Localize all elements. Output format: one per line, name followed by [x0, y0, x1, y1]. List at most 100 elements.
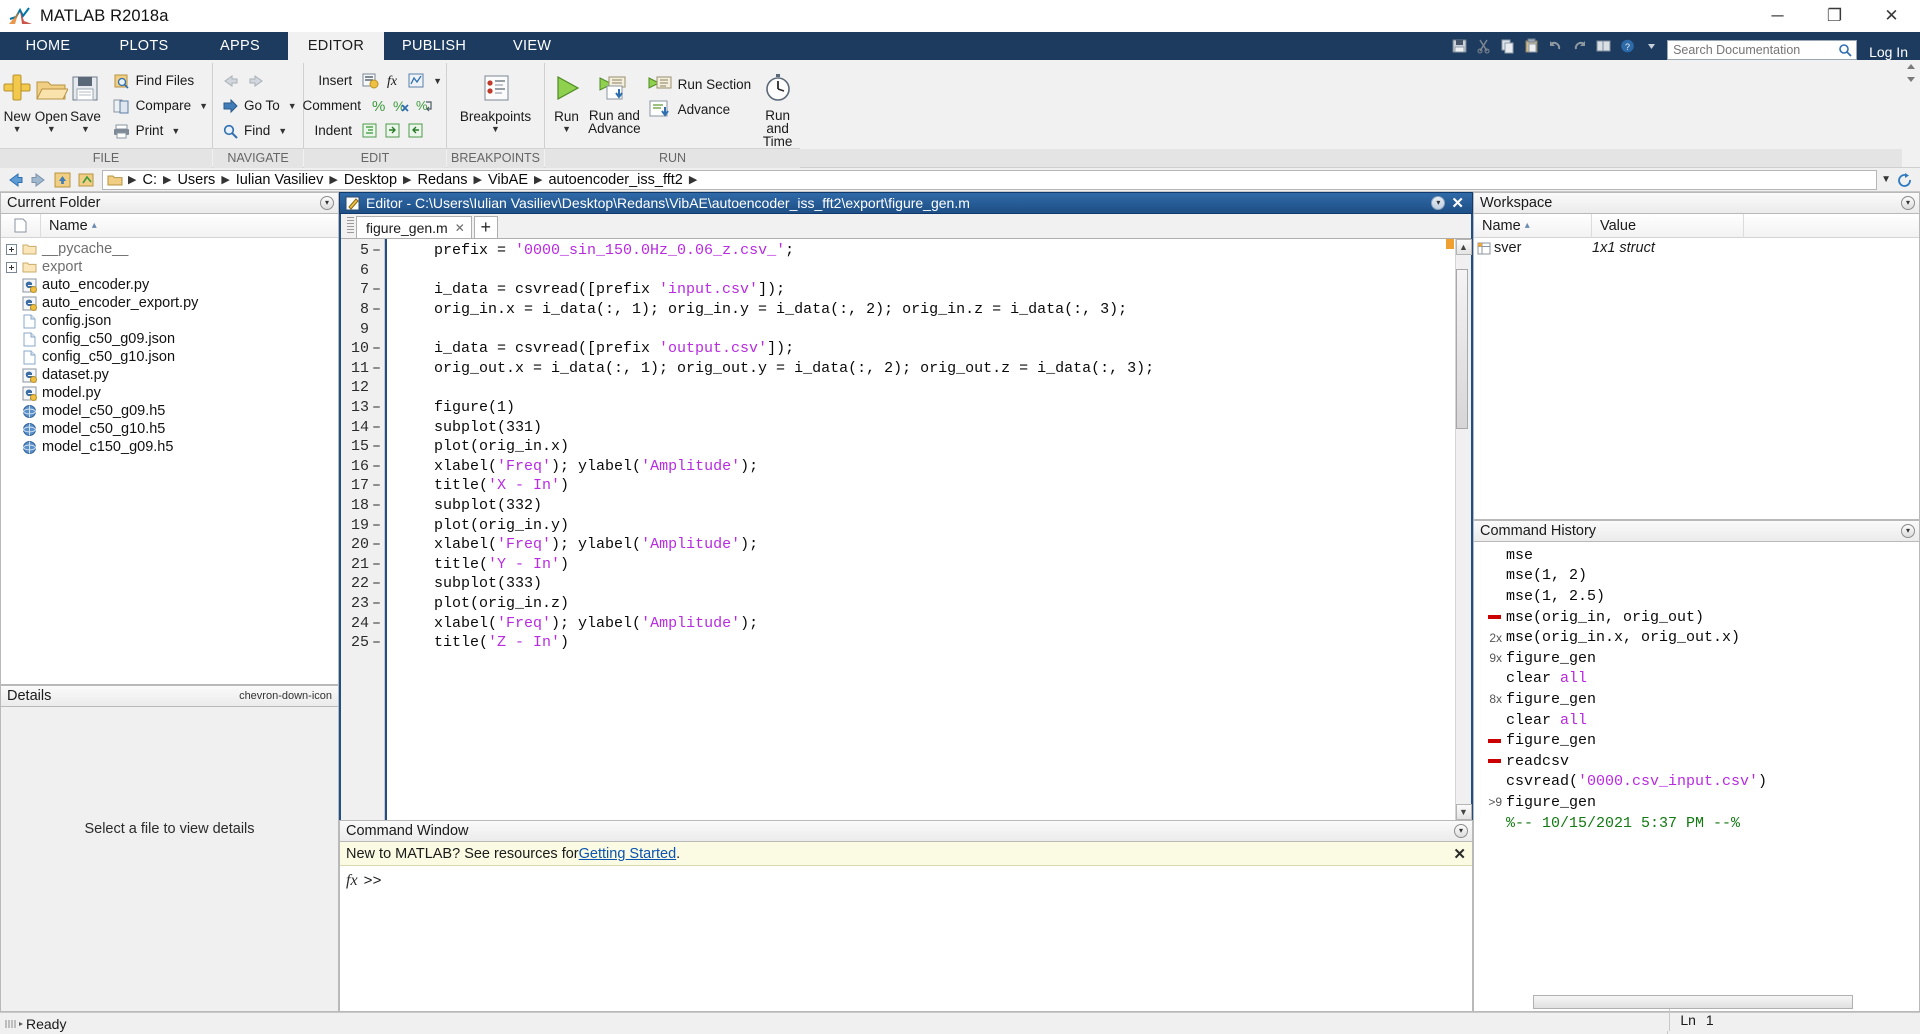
- open-button[interactable]: Open ▼: [34, 66, 69, 134]
- compare-button[interactable]: Compare ▼: [109, 93, 212, 118]
- run-section-button[interactable]: Run Section: [643, 72, 756, 97]
- up-folder-icon[interactable]: [52, 169, 74, 191]
- undo-icon[interactable]: [1544, 35, 1567, 57]
- list-item[interactable]: __pycache__: [1, 240, 338, 258]
- crumb-desktop[interactable]: Desktop: [341, 172, 400, 188]
- find-button[interactable]: Find ▼: [217, 118, 301, 143]
- history-item[interactable]: mse(1, 2.5): [1474, 586, 1919, 607]
- history-item[interactable]: 2x mse(orig_in.x, orig_out.x): [1474, 627, 1919, 648]
- workspace-options-icon[interactable]: ▾: [1901, 196, 1915, 210]
- advance-button[interactable]: Advance: [643, 97, 756, 122]
- save-caret-icon[interactable]: ▼: [81, 125, 90, 134]
- history-item[interactable]: >9 figure_gen: [1474, 792, 1919, 813]
- workspace-value-column[interactable]: Value: [1592, 214, 1744, 238]
- crumb-autoencoder-iss-fft2[interactable]: autoencoder_iss_fft2: [545, 172, 685, 188]
- uncomment-icon[interactable]: %: [393, 97, 411, 115]
- crumb-redans[interactable]: Redans: [415, 172, 471, 188]
- copy-icon[interactable]: [1496, 35, 1519, 57]
- list-item[interactable]: dataset.py: [1, 366, 338, 384]
- run-and-time-button[interactable]: Run and Time: [755, 66, 800, 148]
- path-dropdown-icon[interactable]: ▼: [1881, 174, 1891, 185]
- insert-caret-icon[interactable]: ▼: [433, 76, 442, 86]
- current-folder-options-icon[interactable]: ▾: [320, 196, 334, 210]
- maximize-button[interactable]: ❐: [1806, 0, 1863, 32]
- find-files-button[interactable]: Find Files: [109, 68, 212, 93]
- run-caret-icon[interactable]: ▼: [562, 125, 571, 134]
- history-item[interactable]: clear all: [1474, 710, 1919, 731]
- table-row[interactable]: sver 1x1 struct: [1474, 238, 1919, 258]
- print-caret-icon[interactable]: ▼: [171, 126, 180, 136]
- list-item[interactable]: auto_encoder_export.py: [1, 294, 338, 312]
- go-to-caret-icon[interactable]: ▼: [288, 101, 297, 111]
- smart-indent-icon[interactable]: [361, 122, 379, 140]
- search-documentation-box[interactable]: [1667, 40, 1858, 60]
- history-item[interactable]: 9x figure_gen: [1474, 648, 1919, 669]
- list-item[interactable]: auto_encoder.py: [1, 276, 338, 294]
- tab-plots[interactable]: PLOTS: [96, 32, 192, 60]
- indent-left-icon[interactable]: [407, 122, 425, 140]
- tab-apps[interactable]: APPS: [192, 32, 288, 60]
- code-analyzer-indicator[interactable]: [1446, 239, 1454, 249]
- wrap-comment-icon[interactable]: %: [416, 97, 434, 115]
- editor-close-icon[interactable]: ✕: [1451, 196, 1464, 211]
- open-caret-icon[interactable]: ▼: [47, 125, 56, 134]
- minimize-button[interactable]: ─: [1749, 0, 1806, 32]
- comment-percent-icon[interactable]: %: [370, 97, 388, 115]
- insert-function-icon[interactable]: fx: [384, 72, 402, 90]
- ribbon-scroll-buttons[interactable]: [1902, 60, 1920, 167]
- list-item[interactable]: config.json: [1, 312, 338, 330]
- editor-drag-grip[interactable]: [347, 217, 354, 235]
- tab-publish[interactable]: PUBLISH: [384, 32, 484, 60]
- command-prompt-line[interactable]: fx >>: [340, 866, 1472, 890]
- editor-options-icon[interactable]: ▾: [1431, 196, 1446, 210]
- new-caret-icon[interactable]: ▼: [13, 125, 22, 134]
- list-item[interactable]: export: [1, 258, 338, 276]
- history-item[interactable]: clear all: [1474, 669, 1919, 690]
- history-item[interactable]: mse(1, 2): [1474, 566, 1919, 587]
- banner-close-icon[interactable]: ✕: [1453, 845, 1466, 863]
- find-caret-icon[interactable]: ▼: [278, 126, 287, 136]
- tab-close-icon[interactable]: ✕: [455, 221, 465, 235]
- command-window-body[interactable]: New to MATLAB? See resources for Getting…: [339, 842, 1473, 1012]
- breakpoints-caret-icon[interactable]: ▼: [491, 125, 500, 134]
- getting-started-link[interactable]: Getting Started: [579, 846, 677, 862]
- list-item[interactable]: config_c50_g10.json: [1, 348, 338, 366]
- history-item[interactable]: readcsv: [1474, 751, 1919, 772]
- breadcrumb[interactable]: ▶ C: ▶ Users ▶ Iulian Vasiliev ▶ Desktop…: [102, 169, 1878, 190]
- help-dropdown-icon[interactable]: [1640, 35, 1663, 57]
- back-icon[interactable]: [4, 169, 26, 191]
- save-button[interactable]: Save ▼: [68, 66, 102, 134]
- crumb-iulian-vasiliev[interactable]: Iulian Vasiliev: [233, 172, 327, 188]
- print-button[interactable]: Print ▼: [109, 118, 212, 143]
- editor-vertical-scrollbar[interactable]: ▲ ▼: [1455, 239, 1472, 820]
- tab-home[interactable]: HOME: [0, 32, 96, 60]
- close-button[interactable]: ✕: [1863, 0, 1920, 32]
- indent-right-icon[interactable]: [384, 122, 402, 140]
- breakpoints-button[interactable]: Breakpoints ▼: [451, 66, 541, 134]
- chevron-down-icon[interactable]: chevron-down-icon: [239, 690, 332, 702]
- run-button[interactable]: Run ▼: [545, 66, 588, 134]
- code-content[interactable]: prefix = '0000_sin_150.0Hz_0.06_z.csv_';…: [385, 239, 1455, 820]
- expand-icon[interactable]: [5, 243, 17, 255]
- list-item[interactable]: model_c50_g09.h5: [1, 402, 338, 420]
- history-item[interactable]: mse: [1474, 545, 1919, 566]
- history-item[interactable]: 8x figure_gen: [1474, 689, 1919, 710]
- search-input[interactable]: [1668, 43, 1857, 57]
- scroll-thumb[interactable]: [1455, 269, 1468, 429]
- layout-icon[interactable]: [1592, 35, 1615, 57]
- new-button[interactable]: New ▼: [0, 66, 34, 134]
- history-item[interactable]: figure_gen: [1474, 730, 1919, 751]
- refresh-icon[interactable]: [1894, 169, 1916, 191]
- forward-icon[interactable]: [28, 169, 50, 191]
- paste-icon[interactable]: [1520, 35, 1543, 57]
- forward-arrow-icon[interactable]: [247, 72, 265, 90]
- browse-folder-icon[interactable]: [76, 169, 98, 191]
- go-to-button[interactable]: Go To ▼: [217, 93, 301, 118]
- workspace-body[interactable]: Name ▴ Value sver 1x1 struct: [1473, 214, 1920, 520]
- list-item[interactable]: config_c50_g09.json: [1, 330, 338, 348]
- expand-icon[interactable]: [5, 261, 17, 273]
- history-item[interactable]: csvread('0000.csv_input.csv'): [1474, 772, 1919, 793]
- tab-view[interactable]: VIEW: [484, 32, 580, 60]
- back-arrow-icon[interactable]: [221, 72, 239, 90]
- horizontal-scrollbar[interactable]: [1532, 994, 1853, 1009]
